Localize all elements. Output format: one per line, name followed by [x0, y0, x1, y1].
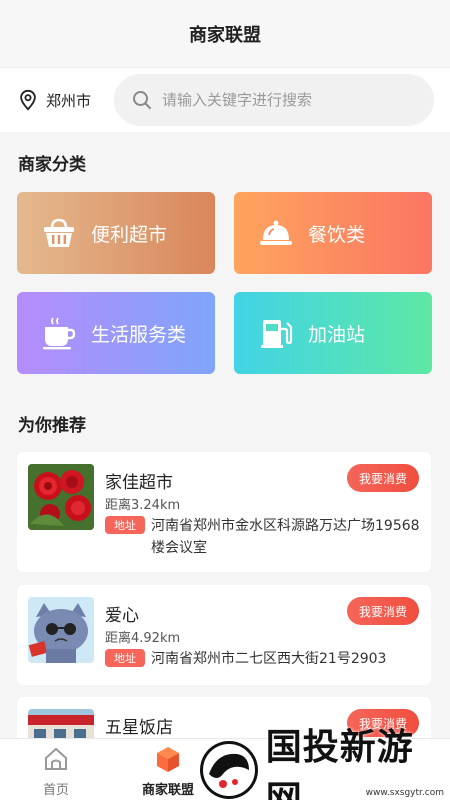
location-selector[interactable]: 郑州市: [18, 89, 110, 111]
category-label: 便利超市: [91, 223, 168, 246]
app-header: 商家联盟: [0, 0, 450, 68]
category-label: 生活服务类: [91, 323, 187, 346]
merchant-address: 河南省郑州市金水区科源路万达广场19568楼会议室: [151, 518, 420, 556]
basket-icon: [44, 218, 74, 247]
merchant-name: 爱心: [105, 606, 139, 626]
watermark-url: www.sxsgytr.com: [365, 788, 444, 798]
merchant-name: 五星饭店: [105, 718, 173, 738]
category-life-service[interactable]: 生活服务类: [17, 292, 215, 374]
watermark: 国投新游网 www.sxsgytr.com: [200, 727, 450, 800]
merchant-address: 河南省郑州市二七区西大街21号2903: [151, 651, 387, 667]
consume-button[interactable]: 我要消费: [347, 464, 419, 492]
coffee-cup-icon: [43, 317, 76, 350]
category-convenience-store[interactable]: 便利超市: [17, 192, 215, 274]
merchant-distance: 距离4.92km: [105, 631, 181, 646]
cube-icon: [157, 747, 179, 772]
merchant-name: 家佳超市: [105, 473, 173, 493]
consume-button[interactable]: 我要消费: [347, 597, 419, 625]
fuel-pump-icon: [261, 320, 293, 348]
merchant-card[interactable]: 家佳超市 距离3.24km 地址 河南省郑州市金水区科源路万达广场19568楼会…: [17, 452, 431, 572]
tab-label: 首页: [42, 783, 69, 798]
tab-merchant-alliance[interactable]: 商家联盟: [128, 745, 208, 798]
category-catering[interactable]: 餐饮类: [234, 192, 432, 274]
merchant-card[interactable]: 爱心 距离4.92km 地址 河南省郑州市二七区西大街21号2903 我要消费: [17, 585, 431, 685]
page-title: 商家联盟: [189, 24, 261, 46]
merchant-distance: 距离3.24km: [105, 498, 181, 513]
food-cloche-icon: [260, 220, 292, 245]
search-input[interactable]: [162, 91, 402, 109]
watermark-logo: [200, 741, 258, 799]
search-bar: 郑州市: [0, 68, 450, 132]
category-label: 加油站: [308, 323, 366, 346]
category-label: 餐饮类: [308, 223, 366, 246]
address-tag: 地址: [105, 649, 145, 667]
recommend-section-title: 为你推荐: [18, 416, 86, 436]
location-pin-icon: [20, 89, 36, 111]
merchant-thumbnail: [28, 597, 94, 663]
category-section-title: 商家分类: [18, 155, 86, 175]
merchant-thumbnail: [28, 464, 94, 530]
city-label: 郑州市: [46, 91, 92, 110]
search-box[interactable]: [114, 74, 434, 126]
tab-home[interactable]: 首页: [16, 745, 96, 798]
home-icon: [45, 747, 67, 770]
search-icon: [133, 91, 151, 109]
category-gas-station[interactable]: 加油站: [234, 292, 432, 374]
tab-label: 商家联盟: [141, 783, 194, 798]
address-tag: 地址: [105, 516, 145, 534]
